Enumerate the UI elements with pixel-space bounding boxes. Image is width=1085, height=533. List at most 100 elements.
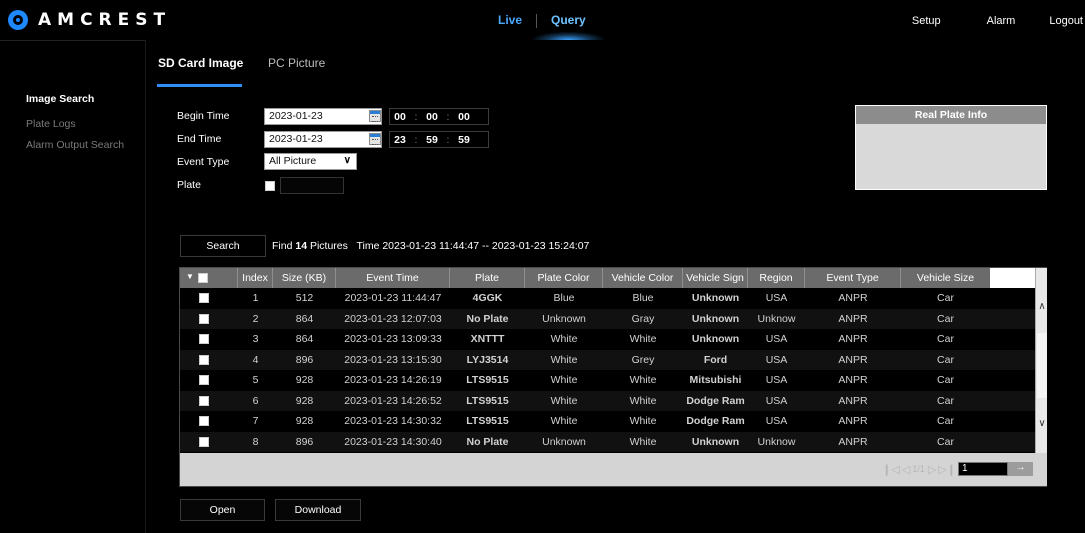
row-checkbox[interactable]: [199, 395, 209, 406]
begin-hour[interactable]: 00: [390, 111, 410, 123]
table-cell-event-time: 2023-01-23 12:07:03: [344, 312, 442, 325]
sidebar: Image Search Plate Logs Alarm Output Sea…: [0, 40, 145, 533]
table-cell-event-type: ANPR: [838, 292, 868, 304]
table-cell-plate-color: White: [550, 374, 578, 386]
prev-page-icon[interactable]: ◁: [902, 463, 910, 476]
end-time-label: End Time: [177, 133, 222, 145]
select-all-column[interactable]: ▼: [180, 268, 238, 288]
table-cell-event-time: 2023-01-23 14:30:40: [344, 435, 442, 448]
table-cell-vehicle-sign: Dodge Ram: [686, 415, 745, 427]
nav-logout[interactable]: Logout: [1049, 0, 1083, 40]
active-tab-indicator: [157, 84, 242, 87]
select-all-checkbox[interactable]: [198, 273, 208, 283]
nav-query[interactable]: Query: [533, 0, 604, 40]
end-hour[interactable]: 23: [390, 134, 410, 146]
table-row[interactable]: 7 928 2023-01-23 14:30:32 LTS9515 White White…: [180, 411, 1035, 432]
end-date-input[interactable]: 2023-01-23: [264, 131, 382, 148]
tab-pc-picture[interactable]: PC Picture: [268, 56, 325, 70]
search-button[interactable]: Search: [180, 235, 266, 257]
row-select-cell: [180, 288, 238, 309]
table-cell-event-time: 2023-01-23 13:15:30: [344, 353, 442, 366]
row-checkbox[interactable]: [199, 334, 209, 344]
table-cell-vehicle-size: Car: [937, 333, 954, 345]
nav-setup[interactable]: Setup: [912, 0, 941, 40]
results-table: ▼ Index Size (KB) Event Time Plate Plate…: [179, 267, 1047, 487]
chevron-down-icon: ∨: [343, 155, 351, 166]
go-page-button[interactable]: →: [1008, 462, 1033, 476]
row-checkbox[interactable]: [199, 293, 209, 303]
table-row[interactable]: 4 896 2023-01-23 13:15:30 LYJ3514 White Grey F…: [180, 349, 1035, 370]
table-cell-region: USA: [765, 394, 788, 407]
table-cell-event-type: ANPR: [838, 312, 868, 325]
table-body: 1 512 2023-01-23 11:44:47 4GGK Blue Blue Unkno…: [180, 288, 1035, 452]
table-cell-plate: LTS9515: [466, 394, 509, 407]
table-row[interactable]: 8 896 2023-01-23 14:30:40 No Plate Unknown Wh…: [180, 431, 1035, 452]
sidebar-item-image-search[interactable]: Image Search: [26, 93, 94, 105]
table-row[interactable]: 6 928 2023-01-23 14:26:52 LTS9515 White White…: [180, 390, 1035, 411]
table-cell-plate-color: Blue: [553, 292, 575, 304]
download-button[interactable]: Download: [275, 499, 361, 521]
end-second[interactable]: 59: [454, 134, 474, 146]
table-cell-vehicle-color: Gray: [631, 312, 655, 325]
begin-time-input[interactable]: 00 : 00 : 00: [389, 108, 489, 125]
pagination-bar: ❙◁ ◁ 1/1 ▷ ▷❙ 1 →: [180, 453, 1047, 486]
scroll-up-icon[interactable]: ∧: [1036, 301, 1048, 312]
row-checkbox[interactable]: [199, 313, 209, 324]
scroll-down-icon[interactable]: ∨: [1036, 418, 1048, 429]
begin-calendar-icon[interactable]: [369, 110, 381, 122]
next-page-icon[interactable]: ▷: [928, 463, 936, 476]
row-select-cell: [180, 329, 238, 350]
event-type-select[interactable]: All Picture ∨: [264, 153, 357, 170]
col-size: Size (KB): [273, 268, 336, 288]
real-plate-info-panel: Real Plate Info: [855, 105, 1047, 190]
table-cell-plate: XNTTT: [470, 333, 505, 345]
open-button[interactable]: Open: [180, 499, 265, 521]
table-cell-size-kb: 512: [295, 292, 314, 304]
table-cell-size-kb: 896: [295, 435, 314, 448]
table-cell-region: Unknow: [757, 312, 796, 325]
pagination: ❙◁ ◁ 1/1 ▷ ▷❙ 1 →: [882, 461, 1033, 477]
table-cell-vehicle-sign: Ford: [703, 353, 728, 366]
row-checkbox[interactable]: [199, 416, 209, 426]
end-time-input[interactable]: 23 : 59 : 59: [389, 131, 489, 148]
plate-input[interactable]: [280, 177, 344, 194]
sidebar-item-plate-logs[interactable]: Plate Logs: [26, 118, 76, 130]
time-separator: :: [446, 133, 450, 146]
table-cell-vehicle-color: White: [629, 415, 657, 427]
table-cell-vehicle-color: Grey: [631, 353, 655, 366]
table-cell-size-kb: 928: [295, 374, 314, 386]
nav-alarm[interactable]: Alarm: [987, 0, 1016, 40]
caret-down-icon[interactable]: ▼: [186, 272, 194, 281]
col-vehicle-sign: Vehicle Sign: [683, 268, 748, 288]
table-row[interactable]: 1 512 2023-01-23 11:44:47 4GGK Blue Blue Unkno…: [180, 288, 1035, 309]
last-page-icon[interactable]: ▷❙: [938, 463, 956, 476]
right-margin: [1062, 40, 1085, 533]
sidebar-item-alarm-output-search[interactable]: Alarm Output Search: [26, 139, 124, 151]
table-cell-region: USA: [765, 353, 788, 366]
table-row[interactable]: 3 864 2023-01-23 13:09:33 XNTTT White White Un…: [180, 329, 1035, 350]
table-row[interactable]: 5 928 2023-01-23 14:26:19 LTS9515 White White…: [180, 370, 1035, 391]
end-calendar-icon[interactable]: [369, 133, 381, 145]
begin-second[interactable]: 00: [454, 111, 474, 123]
plate-checkbox[interactable]: [265, 181, 275, 191]
begin-minute[interactable]: 00: [422, 111, 442, 123]
begin-date-input[interactable]: 2023-01-23: [264, 108, 382, 125]
col-plate-color: Plate Color: [525, 268, 603, 288]
table-scrollbar[interactable]: ∧ ∨: [1035, 268, 1047, 453]
page-number-input[interactable]: 1: [958, 462, 1008, 476]
row-checkbox[interactable]: [199, 354, 209, 365]
col-vehicle-size: Vehicle Size: [901, 268, 990, 288]
event-type-label: Event Type: [177, 156, 230, 168]
first-page-icon[interactable]: ❙◁: [882, 463, 900, 476]
row-checkbox[interactable]: [199, 436, 209, 447]
table-cell-index: 4: [252, 353, 259, 366]
table-header: ▼ Index Size (KB) Event Time Plate Plate…: [180, 268, 1035, 288]
tab-sd-card-image[interactable]: SD Card Image: [158, 56, 243, 70]
scrollbar-thumb[interactable]: [1037, 333, 1047, 398]
table-row[interactable]: 2 864 2023-01-23 12:07:03 No Plate Unknown Gr…: [180, 308, 1035, 329]
table-cell-event-type: ANPR: [838, 333, 868, 345]
row-checkbox[interactable]: [199, 375, 209, 385]
nav-live[interactable]: Live: [484, 0, 536, 40]
end-minute[interactable]: 59: [422, 134, 442, 146]
table-cell-vehicle-sign: Mitsubishi: [689, 374, 742, 386]
